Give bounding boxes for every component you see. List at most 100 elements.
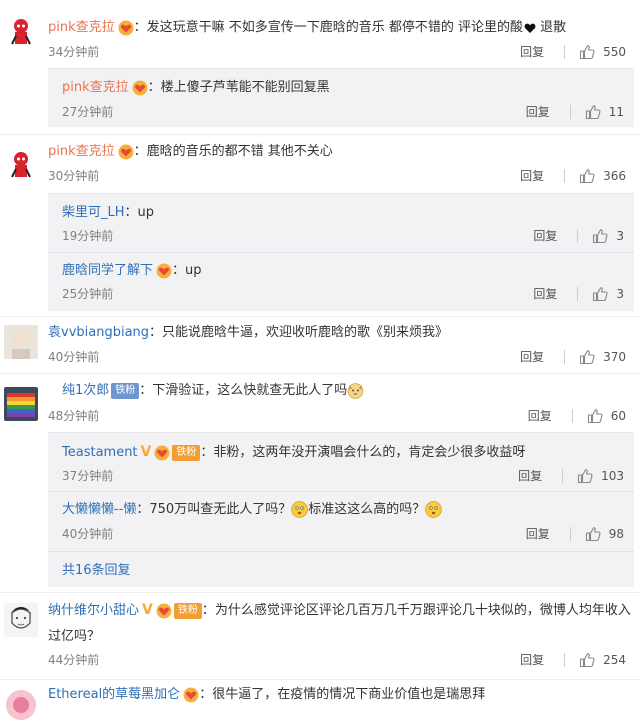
divider — [562, 469, 564, 483]
username[interactable]: 袁vvbiangbiang — [48, 325, 149, 340]
username[interactable]: pink查克拉 — [48, 144, 115, 159]
verified-v-icon: V — [140, 444, 152, 460]
reply-text-mid: 标准这这么高的吗？ — [308, 502, 426, 517]
comment-line: Ethereal的草莓黑加仑 ：很牛逼了，在疫情的情况下商业价值也是瑞思拜 — [48, 685, 634, 705]
comment-line: 纯1次郎 铁粉 ：下滑验证，这么快就查无此人了吗 — [62, 381, 634, 401]
divider — [569, 105, 571, 119]
like-count: 370 — [603, 350, 626, 364]
username[interactable]: 鹿晗同学了解下 — [62, 263, 153, 278]
divider — [564, 350, 566, 364]
fan-badge: 铁粉 — [172, 444, 201, 461]
comment-text: ：只能说鹿晗牛逼，欢迎收听鹿晗的歌《别来烦我》 — [149, 325, 449, 340]
avatar-image — [4, 14, 38, 48]
like-count: 98 — [608, 527, 624, 541]
thumbs-up-icon[interactable] — [592, 228, 608, 244]
like-count: 103 — [601, 469, 624, 483]
divider — [48, 252, 634, 253]
avatar-image — [4, 603, 38, 637]
avatar[interactable] — [4, 325, 38, 359]
comment-text: ：鹿晗的音乐的都不错 其他不关心 — [133, 144, 333, 159]
timestamp: 48分钟前 — [48, 409, 100, 423]
vip-heart-icon — [183, 687, 199, 703]
avatar[interactable] — [4, 14, 38, 48]
thumbs-up-icon[interactable] — [587, 408, 603, 424]
timestamp: 25分钟前 — [62, 287, 114, 301]
reply-button[interactable]: 回复 — [533, 284, 557, 304]
timestamp: 27分钟前 — [62, 105, 114, 119]
comment-text: ：很牛逼了，在疫情的情况下商业价值也是瑞思拜 — [199, 687, 486, 702]
reply-actions: 回复 103 — [518, 466, 624, 486]
fan-badge: 铁粉 — [111, 382, 140, 399]
avatar[interactable] — [4, 603, 38, 637]
divider — [571, 409, 573, 423]
timestamp: 40分钟前 — [62, 527, 114, 541]
reply-button[interactable]: 回复 — [520, 42, 544, 62]
reply-actions: 回复 11 — [526, 102, 624, 122]
reply-actions: 回复 3 — [533, 226, 624, 246]
comment-actions: 回复 60 — [528, 406, 626, 426]
reply-button[interactable]: 回复 — [520, 166, 544, 186]
more-replies-link[interactable]: 共16条回复 — [62, 561, 131, 581]
vip-heart-icon — [118, 20, 134, 36]
username[interactable]: 柴里可_LH — [62, 205, 125, 220]
vip-heart-icon — [118, 144, 134, 160]
timestamp: 37分钟前 — [62, 469, 114, 483]
like-count: 366 — [603, 169, 626, 183]
like-count: 550 — [603, 45, 626, 59]
thumbs-up-icon[interactable] — [585, 104, 601, 120]
like-count: 11 — [608, 105, 624, 119]
dog-emoji-icon — [347, 382, 364, 399]
divider — [48, 551, 634, 552]
like-count: 3 — [616, 229, 624, 243]
reply-button[interactable]: 回复 — [520, 347, 544, 367]
comment-line: pink查克拉 ：发这玩意干嘛 不如多宣传一下鹿晗的音乐 都停不错的 评论里的酸 … — [48, 18, 634, 38]
username[interactable]: 纯1次郎 — [62, 383, 109, 398]
reply-button[interactable]: 回复 — [518, 466, 542, 486]
thumbs-up-icon[interactable] — [577, 468, 593, 484]
timestamp: 19分钟前 — [62, 229, 114, 243]
thumbs-up-icon[interactable] — [579, 652, 595, 668]
thumbs-up-icon[interactable] — [592, 286, 608, 302]
avatar[interactable] — [4, 147, 38, 181]
comment-line: 纳什维尔小甜心 V 铁粉 ：为什么感觉评论区评论几百万几千万跟评论几十块似的，微博人均… — [48, 597, 634, 650]
divider — [564, 169, 566, 183]
username[interactable]: 大懒懒懒--懒 — [62, 502, 136, 517]
thumbs-up-icon[interactable] — [579, 168, 595, 184]
reply-thread: Teastament V 铁粉 ：非粉，这两年没开演唱会什么的，肯定会少很多收益呀 3… — [48, 432, 634, 587]
comment-text: ：发这玩意干嘛 不如多宣传一下鹿晗的音乐 都停不错的 评论里的酸 — [133, 20, 524, 35]
avatar[interactable] — [4, 688, 38, 722]
timestamp: 34分钟前 — [48, 45, 100, 59]
reply-button[interactable]: 回复 — [528, 406, 552, 426]
username[interactable]: pink查克拉 — [62, 80, 129, 95]
divider — [0, 373, 640, 374]
username[interactable]: 纳什维尔小甜心 — [48, 603, 139, 618]
reply-button[interactable]: 回复 — [526, 524, 550, 544]
username[interactable]: Teastament — [62, 445, 138, 460]
surprised-emoji-icon — [291, 501, 308, 518]
reply-button[interactable]: 回复 — [520, 650, 544, 670]
like-count: 254 — [603, 653, 626, 667]
divider — [577, 287, 579, 301]
reply-button[interactable]: 回复 — [533, 226, 557, 246]
reply-line: 大懒懒懒--懒：750万叫查无此人了吗？ 标准这这么高的吗？ — [62, 500, 624, 520]
vip-heart-icon — [154, 445, 170, 461]
reply-line: Teastament V 铁粉 ：非粉，这两年没开演唱会什么的，肯定会少很多收益呀 — [62, 442, 624, 463]
timestamp: 40分钟前 — [48, 350, 100, 364]
avatar-image — [4, 688, 38, 722]
comment-actions: 回复 366 — [520, 166, 626, 186]
reply-text: ：750万叫查无此人了吗？ — [136, 502, 292, 517]
fan-badge: 铁粉 — [173, 602, 202, 619]
comment-actions: 回复 370 — [520, 347, 626, 367]
reply-button[interactable]: 回复 — [526, 102, 550, 122]
avatar[interactable] — [4, 387, 38, 421]
username[interactable]: Ethereal的草莓黑加仑 — [48, 687, 180, 702]
username[interactable]: pink查克拉 — [48, 20, 115, 35]
reply-text: ：up — [172, 263, 202, 278]
thumbs-up-icon[interactable] — [579, 349, 595, 365]
timestamp: 44分钟前 — [48, 653, 100, 667]
divider — [0, 679, 640, 680]
reply-actions: 回复 3 — [533, 284, 624, 304]
thumbs-up-icon[interactable] — [585, 526, 601, 542]
thumbs-up-icon[interactable] — [579, 44, 595, 60]
divider — [577, 229, 579, 243]
